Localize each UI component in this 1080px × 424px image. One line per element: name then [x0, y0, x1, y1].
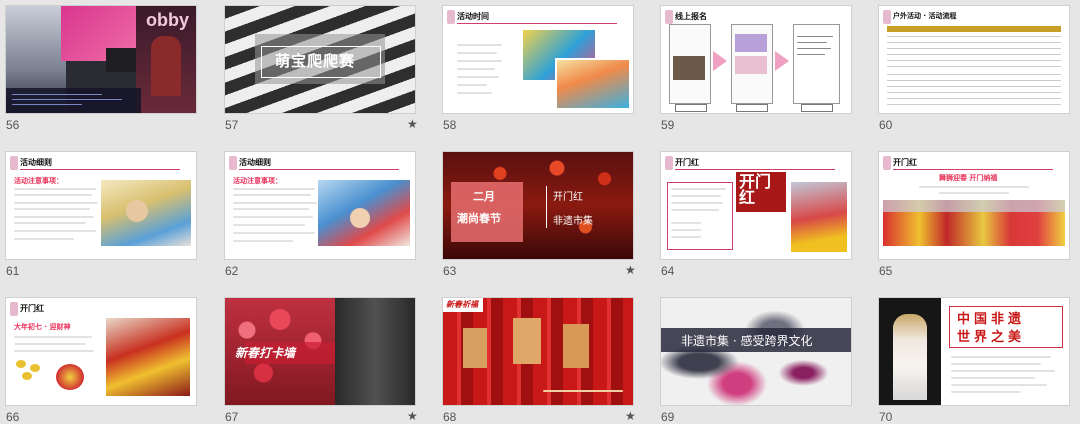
slide-62-preview: 活动细则 活动注意事项： [225, 152, 415, 259]
star-icon: ★ [407, 409, 418, 423]
slide-number: 69 [661, 410, 675, 424]
slide-70-title-line1: 中国非遗 [957, 312, 1026, 327]
slide-56-preview: obby [6, 6, 196, 113]
slide-67-preview: 新春打卡墙 [225, 298, 415, 405]
slide-65-subtitle: 舞狮迎春 开门纳福 [939, 174, 998, 182]
slide-61-heading: 活动细则 [20, 158, 52, 167]
slide-number: 68 [443, 410, 457, 424]
slide-number: 61 [6, 264, 20, 278]
star-icon: ★ [407, 117, 418, 131]
slide-63-month: 二月 [473, 190, 495, 203]
slide-63-preview: 二月 潮尚春节 开门红 非遗市集 [443, 152, 633, 259]
slide-number: 66 [6, 410, 20, 424]
slide-66-heading: 开门红 [20, 304, 44, 313]
slide-70-preview: 中国非遗 世界之美 [879, 298, 1069, 405]
slide-number: 62 [225, 264, 239, 278]
slide-56-big-text: obby [146, 10, 189, 30]
slide-60-preview: 户外活动 · 活动流程 [879, 6, 1069, 113]
slide-59-heading: 线上报名 [675, 12, 707, 21]
slide-58-heading: 活动时间 [457, 12, 489, 21]
slide-62-heading: 活动细则 [239, 158, 271, 167]
slide-58-preview: 活动时间 [443, 6, 633, 113]
slide-62-subheading: 活动注意事项： [233, 177, 282, 185]
slide-63-theme: 潮尚春节 [457, 212, 501, 225]
slide-number: 60 [879, 118, 893, 132]
slide-61-subheading: 活动注意事项： [14, 177, 63, 185]
slide-64-preview: 开门红 开门红 [661, 152, 851, 259]
slide-number: 56 [6, 118, 20, 132]
slide-57-preview: 萌宝爬爬赛 [225, 6, 415, 113]
slide-66-preview: 开门红 大年初七 · 迎财神 [6, 298, 196, 405]
slide-number: 65 [879, 264, 893, 278]
star-icon: ★ [625, 263, 636, 277]
slide-number: 64 [661, 264, 675, 278]
slide-66-subtitle: 大年初七 · 迎财神 [14, 323, 71, 331]
slide-67-title: 新春打卡墙 [235, 346, 296, 360]
slide-64-calligraphy: 开门红 [739, 172, 772, 207]
slide-number: 67 [225, 410, 239, 424]
slide-64-heading: 开门红 [675, 158, 699, 167]
slide-57-title: 萌宝爬爬赛 [275, 52, 356, 70]
slide-63-item1: 开门红 [553, 192, 583, 203]
slide-68-heading: 新春祈福 [446, 300, 478, 309]
slide-65-preview: 开门红 舞狮迎春 开门纳福 [879, 152, 1069, 259]
slide-69-preview: 非遗市集 · 感受跨界文化 [661, 298, 851, 405]
slide-59-preview: 线上报名 [661, 6, 851, 113]
slide-63-item2: 非遗市集 [553, 216, 593, 227]
slide-number: 58 [443, 118, 457, 132]
slide-number: 63 [443, 264, 457, 278]
slide-number: 59 [661, 118, 675, 132]
slide-65-heading: 开门红 [893, 158, 917, 167]
slide-61-preview: 活动细则 活动注意事项： [6, 152, 196, 259]
slide-number: 70 [879, 410, 893, 424]
slide-68-preview: 新春祈福 [443, 298, 633, 405]
slide-60-heading: 户外活动 · 活动流程 [893, 12, 957, 20]
slide-number: 57 [225, 118, 239, 132]
slide-70-title-line2: 世界之美 [957, 330, 1026, 345]
star-icon: ★ [625, 409, 636, 423]
slide-69-title: 非遗市集 · 感受跨界文化 [681, 334, 813, 348]
